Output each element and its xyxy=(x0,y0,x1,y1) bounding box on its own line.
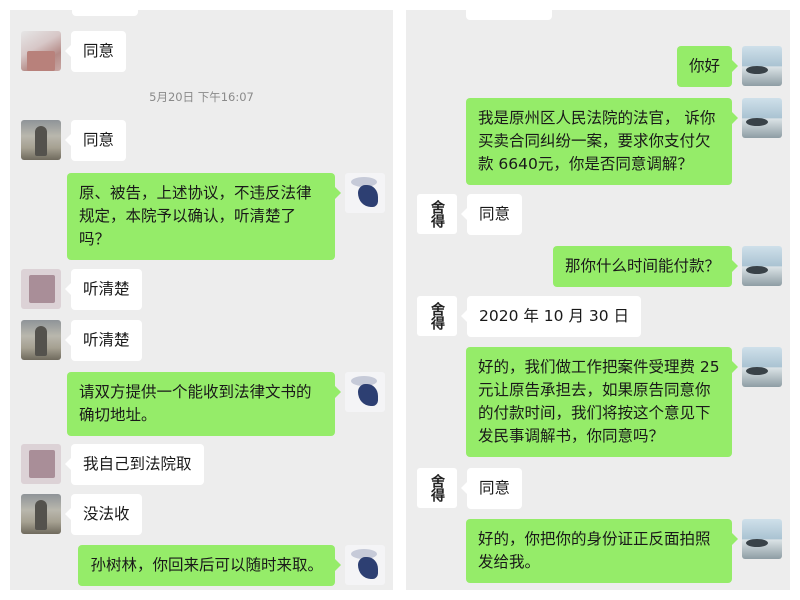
self-avatar[interactable] xyxy=(742,46,782,86)
message-row: 好的，你把你的身份证正反面拍照发给我。 xyxy=(466,519,782,583)
self-avatar[interactable] xyxy=(742,246,782,286)
message-row: 原、被告，上述协议，不违反法律规定，本院予以确认，听清楚了吗？ xyxy=(67,173,385,260)
calligraphy-avatar-text: 舍得 xyxy=(429,474,445,502)
message-row: 舍得 2020 年 10 月 30 日 xyxy=(417,296,642,337)
message-row: 那你什么时间能付款？ xyxy=(552,246,782,287)
message-row: 你好 xyxy=(676,46,782,87)
calligraphy-avatar[interactable]: 舍得 xyxy=(417,468,457,508)
message-bubble[interactable]: 我自己到法院取 xyxy=(65,444,204,485)
message-bubble[interactable]: 2020 年 10 月 30 日 xyxy=(460,296,642,337)
self-avatar[interactable] xyxy=(345,372,385,412)
self-avatar[interactable] xyxy=(742,519,782,559)
self-avatar[interactable] xyxy=(742,98,782,138)
contact-avatar[interactable] xyxy=(21,120,61,160)
message-bubble[interactable]: 没法收 xyxy=(65,494,142,535)
message-row: 没法收 xyxy=(21,494,142,535)
message-bubble[interactable]: 同意 xyxy=(64,120,127,161)
message-row: 舍得 同意 xyxy=(417,194,523,235)
contact-avatar[interactable] xyxy=(21,444,61,484)
contact-avatar[interactable] xyxy=(21,269,61,309)
message-bubble[interactable]: 那你什么时间能付款？ xyxy=(552,246,739,287)
message-bubble[interactable]: 请双方提供一个能收到法律文书的确切地址。 xyxy=(67,372,341,436)
message-row: 请双方提供一个能收到法律文书的确切地址。 xyxy=(67,372,385,436)
message-bubble[interactable]: 我是原州区人民法院的法官， 诉你买卖合同纠纷一案，要求你支付欠款 6640元，你… xyxy=(466,98,738,185)
message-bubble[interactable]: 好的，我们做工作把案件受理费 25 元让原告承担去，如果原告同意你的付款时间，我… xyxy=(466,347,738,457)
calligraphy-avatar-text: 舍得 xyxy=(429,302,445,330)
message-row: 我是原州区人民法院的法官， 诉你买卖合同纠纷一案，要求你支付欠款 6640元，你… xyxy=(466,98,782,185)
calligraphy-avatar[interactable]: 舍得 xyxy=(417,296,457,336)
chat-timestamp: 5月20日 下午16:07 xyxy=(149,90,254,104)
message-bubble[interactable]: 同意 xyxy=(64,31,127,72)
calligraphy-avatar[interactable]: 舍得 xyxy=(417,194,457,234)
message-bubble[interactable]: 好的，你把你的身份证正反面拍照发给我。 xyxy=(466,519,738,583)
partial-message-bubble xyxy=(72,10,138,16)
message-row: 同意 xyxy=(21,31,127,72)
message-bubble[interactable]: 孙树林，你回来后可以随时来取。 xyxy=(78,545,341,586)
contact-avatar[interactable] xyxy=(21,494,61,534)
message-bubble[interactable]: 原、被告，上述协议，不违反法律规定，本院予以确认，听清楚了吗？ xyxy=(67,173,341,260)
message-row: 舍得 同意 xyxy=(417,468,523,509)
message-bubble[interactable]: 同意 xyxy=(460,194,523,235)
contact-avatar[interactable] xyxy=(21,31,61,71)
right-chat-panel: 你好 我是原州区人民法院的法官， 诉你买卖合同纠纷一案，要求你支付欠款 6640… xyxy=(406,10,790,590)
message-row: 听清楚 xyxy=(21,320,142,361)
message-row: 我自己到法院取 xyxy=(21,444,204,485)
message-row: 孙树林，你回来后可以随时来取。 xyxy=(78,545,385,586)
message-row: 同意 xyxy=(21,120,127,161)
message-bubble[interactable]: 同意 xyxy=(460,468,523,509)
calligraphy-avatar-text: 舍得 xyxy=(429,200,445,228)
left-chat-panel: 同意 5月20日 下午16:07 同意 原、被告，上述协议，不违反法律规定，本院… xyxy=(10,10,393,590)
message-bubble[interactable]: 你好 xyxy=(676,46,739,87)
contact-avatar[interactable] xyxy=(21,320,61,360)
self-avatar[interactable] xyxy=(345,545,385,585)
message-row: 好的，我们做工作把案件受理费 25 元让原告承担去，如果原告同意你的付款时间，我… xyxy=(466,347,782,457)
self-avatar[interactable] xyxy=(742,347,782,387)
message-row: 听清楚 xyxy=(21,269,142,310)
message-bubble[interactable]: 听清楚 xyxy=(65,320,142,361)
self-avatar[interactable] xyxy=(345,173,385,213)
message-bubble[interactable]: 听清楚 xyxy=(65,269,142,310)
partial-message-bubble xyxy=(466,10,552,20)
